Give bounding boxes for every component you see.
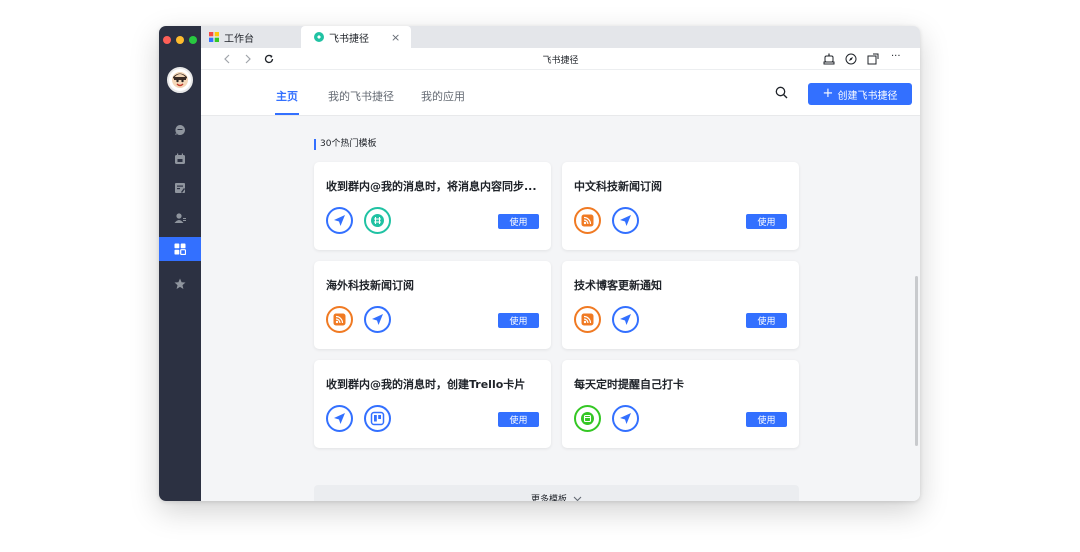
- active-tab-underline: [275, 113, 299, 115]
- rail-messages[interactable]: [159, 118, 201, 142]
- help-robot-icon[interactable]: [823, 53, 835, 65]
- template-card[interactable]: 收到群内@我的消息时，将消息内容同步... 使用: [314, 162, 551, 250]
- send-icon: [326, 207, 353, 234]
- calendar-icon: [574, 405, 601, 432]
- send-icon: [612, 405, 639, 432]
- close-window-button[interactable]: [163, 36, 171, 44]
- template-title: 每天定时提醒自己打卡: [574, 378, 684, 391]
- use-template-button[interactable]: 使用: [498, 313, 539, 328]
- use-template-button[interactable]: 使用: [746, 412, 787, 427]
- app-window: 工作台 飞书捷径 × 飞书捷径 ··· 主页 我的飞书捷径 我的应用 + 创建飞…: [159, 26, 920, 501]
- search-icon[interactable]: [775, 86, 788, 99]
- send-icon: [612, 306, 639, 333]
- template-card[interactable]: 每天定时提醒自己打卡使用: [562, 360, 799, 448]
- use-template-button[interactable]: 使用: [498, 412, 539, 427]
- star-icon: [174, 278, 186, 289]
- main-content: 30个热门模板 收到群内@我的消息时，将消息内容同步... 使用 中文科技新闻订阅使…: [201, 116, 920, 501]
- left-rail: [159, 26, 201, 501]
- tab-my-shortcuts[interactable]: 我的飞书捷径: [328, 88, 394, 104]
- avatar[interactable]: [167, 67, 193, 93]
- calendar-icon: [175, 153, 185, 164]
- rail-docs[interactable]: [159, 176, 201, 200]
- rail-favorites[interactable]: [159, 272, 201, 296]
- template-card[interactable]: 中文科技新闻订阅使用: [562, 162, 799, 250]
- template-title: 中文科技新闻订阅: [574, 180, 662, 193]
- rss-icon: [574, 207, 601, 234]
- tab-home[interactable]: 主页: [276, 88, 298, 104]
- rail-workplace[interactable]: [159, 237, 201, 261]
- template-card[interactable]: 收到群内@我的消息时，创建Trello卡片使用: [314, 360, 551, 448]
- send-icon: [364, 306, 391, 333]
- rail-contacts[interactable]: [159, 206, 201, 230]
- tab-label: 工作台: [224, 33, 254, 45]
- docs-icon: [175, 183, 185, 193]
- tab-my-apps[interactable]: 我的应用: [421, 88, 465, 104]
- avatar-face-icon: [172, 72, 188, 88]
- rss-icon: [326, 306, 353, 333]
- grid-app-icon: [209, 32, 219, 42]
- template-title: 海外科技新闻订阅: [326, 279, 414, 292]
- template-title: 收到群内@我的消息时，将消息内容同步...: [326, 180, 537, 193]
- template-title: 收到群内@我的消息时，创建Trello卡片: [326, 378, 526, 391]
- hash-icon: [364, 207, 391, 234]
- send-icon: [612, 207, 639, 234]
- create-shortcut-button[interactable]: + 创建飞书捷径: [808, 83, 912, 105]
- more-menu-icon[interactable]: ···: [891, 51, 901, 62]
- chevron-down-icon: [573, 496, 582, 501]
- contacts-icon: [174, 213, 186, 223]
- chat-bubble-icon: [175, 125, 185, 135]
- top-navigation: 主页 我的飞书捷径 我的应用 + 创建飞书捷径: [201, 70, 920, 116]
- maximize-window-button[interactable]: [189, 36, 197, 44]
- create-shortcut-label: 创建飞书捷径: [837, 90, 898, 102]
- open-external-icon[interactable]: [867, 53, 879, 65]
- rail-calendar[interactable]: [159, 147, 201, 171]
- section-title: 30个热门模板: [314, 139, 376, 150]
- template-title: 技术博客更新通知: [574, 279, 662, 292]
- scrollbar[interactable]: [915, 276, 918, 446]
- compass-icon[interactable]: [845, 53, 857, 65]
- page-title: 飞书捷径: [542, 56, 579, 66]
- trello-icon: [364, 405, 391, 432]
- use-template-button[interactable]: 使用: [746, 214, 787, 229]
- close-tab-icon[interactable]: ×: [391, 31, 400, 44]
- tab-label: 飞书捷径: [329, 33, 369, 45]
- template-card[interactable]: 海外科技新闻订阅使用: [314, 261, 551, 349]
- more-templates-button[interactable]: 更多模板: [314, 485, 799, 501]
- address-bar: 飞书捷径 ···: [201, 48, 920, 70]
- rss-icon: [574, 306, 601, 333]
- use-template-button[interactable]: 使用: [498, 214, 539, 229]
- plus-icon: +: [822, 86, 834, 101]
- minimize-window-button[interactable]: [176, 36, 184, 44]
- tab-workplace[interactable]: 工作台: [209, 26, 299, 48]
- browser-tab-bar: 工作台 飞书捷径 ×: [201, 26, 920, 48]
- shortcut-app-icon: [314, 32, 324, 42]
- window-controls: [163, 36, 197, 44]
- template-card[interactable]: 技术博客更新通知使用: [562, 261, 799, 349]
- tab-shortcuts[interactable]: 飞书捷径 ×: [301, 26, 411, 48]
- more-templates-label: 更多模板: [530, 495, 567, 501]
- use-template-button[interactable]: 使用: [746, 313, 787, 328]
- apps-grid-icon: [174, 243, 186, 255]
- screenshot-stage: 工作台 飞书捷径 × 飞书捷径 ··· 主页 我的飞书捷径 我的应用 + 创建飞…: [0, 0, 1080, 552]
- send-icon: [326, 405, 353, 432]
